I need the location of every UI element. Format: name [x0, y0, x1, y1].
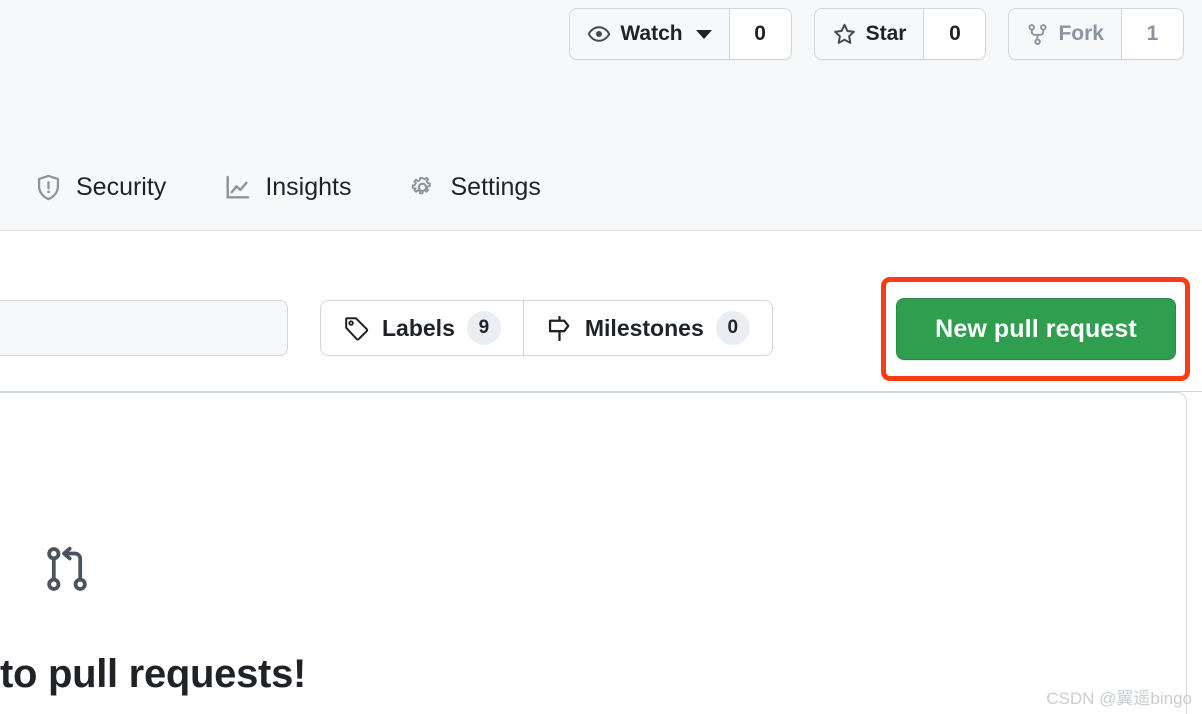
repo-actions-group: Watch 0 Star 0 Fork 1 [569, 8, 1184, 60]
fork-label: Fork [1058, 22, 1104, 45]
fork-count[interactable]: 1 [1121, 9, 1183, 59]
watch-label: Watch [620, 22, 683, 45]
watch-button-group[interactable]: Watch 0 [569, 8, 792, 60]
fork-button-group[interactable]: Fork 1 [1008, 8, 1184, 60]
milestones-count: 0 [715, 311, 750, 345]
repo-nav-item-security[interactable]: Security [34, 167, 166, 208]
star-label: Star [865, 22, 907, 45]
shield-icon [34, 173, 63, 202]
labels-count: 9 [466, 311, 501, 345]
milestone-icon [546, 315, 573, 342]
repo-nav-label-insights: Insights [265, 173, 352, 201]
repo-header-band: Watch 0 Star 0 Fork 1 Security Insights … [0, 0, 1202, 231]
repo-nav-item-insights[interactable]: Insights [223, 167, 351, 208]
star-icon [832, 22, 857, 47]
repo-nav: Security Insights Settings [0, 167, 598, 208]
fork-button[interactable]: Fork [1009, 9, 1121, 59]
fork-icon [1026, 23, 1049, 46]
git-pull-request-icon [43, 544, 91, 599]
tag-icon [343, 315, 370, 342]
watch-button[interactable]: Watch [570, 9, 729, 59]
star-button[interactable]: Star [814, 9, 924, 59]
new-pull-request-button[interactable]: New pull request [896, 298, 1176, 360]
search-input[interactable] [0, 300, 288, 356]
labels-milestones-group: Labels 9 Milestones 0 [320, 300, 773, 356]
repo-nav-label-settings: Settings [450, 173, 541, 201]
watch-count[interactable]: 0 [728, 9, 791, 59]
labels-label: Labels [382, 314, 455, 341]
star-button-group[interactable]: Star 0 [813, 8, 987, 60]
csdn-watermark: CSDN @翼遥bingo [1046, 689, 1192, 708]
graph-icon [223, 173, 252, 202]
gear-icon [408, 173, 437, 202]
repo-nav-label-security: Security [76, 173, 167, 201]
blankslate-heading: to pull requests! [0, 652, 307, 696]
chevron-down-icon[interactable] [695, 29, 712, 39]
star-count[interactable]: 0 [923, 9, 986, 59]
eye-icon [587, 22, 611, 46]
pull-requests-blankslate: to pull requests! [0, 392, 1202, 714]
milestones-label: Milestones [584, 314, 704, 341]
milestones-button[interactable]: Milestones 0 [522, 301, 772, 355]
labels-button[interactable]: Labels 9 [321, 301, 523, 355]
repo-nav-item-settings[interactable]: Settings [408, 167, 541, 208]
